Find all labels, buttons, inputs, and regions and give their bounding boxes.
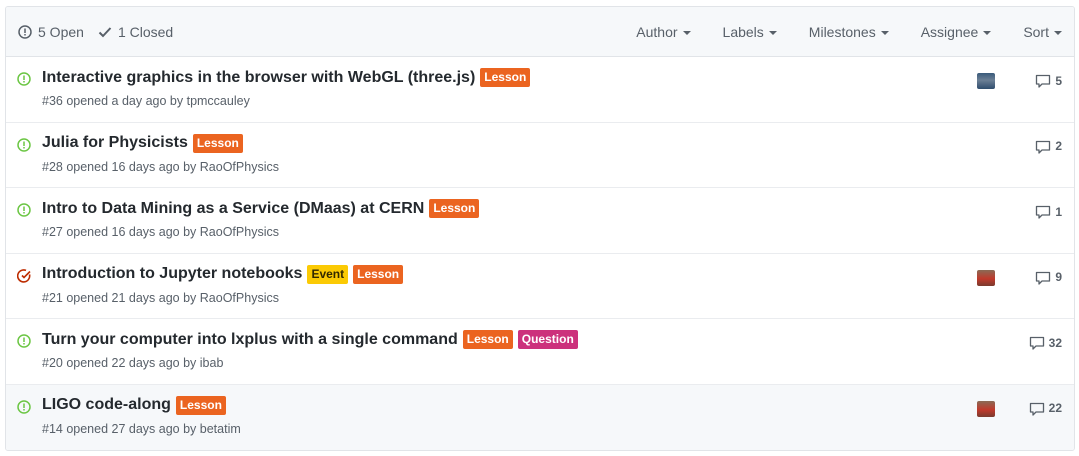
assignee-filter-label: Assignee — [920, 23, 979, 40]
issue-open-icon — [17, 72, 31, 86]
comments-link[interactable]: 22 — [1029, 400, 1062, 417]
comment-icon — [1036, 74, 1051, 88]
assignee-avatar[interactable] — [977, 269, 995, 286]
assignee-avatar[interactable] — [977, 73, 995, 89]
issue-row: Introduction to Jupyter notebooks Event Le… — [6, 254, 1074, 319]
issue-row: LIGO code-along Lesson #14 opened 27 days … — [6, 384, 1074, 450]
milestones-filter-label: Milestones — [808, 23, 876, 40]
issue-meta-text: #36 opened a day ago by — [42, 94, 184, 108]
comment-count: 5 — [1055, 73, 1062, 88]
issue-row: Julia for Physicists Lesson #28 opened 16 … — [6, 123, 1074, 188]
issue-title-line: LIGO code-along Lesson — [42, 395, 226, 415]
author-filter-label: Author — [636, 23, 678, 40]
comment-count: 9 — [1055, 270, 1062, 284]
label-lesson[interactable]: Lesson — [429, 199, 480, 218]
comment-icon — [1036, 205, 1051, 219]
issue-row: Intro to Data Mining as a Service (DMaas… — [6, 188, 1074, 254]
comments-link[interactable]: 1 — [1035, 203, 1062, 220]
milestones-filter[interactable]: Milestones — [809, 24, 889, 40]
comment-count: 2 — [1055, 139, 1062, 153]
open-issues-filter[interactable]: 5 Open — [18, 24, 84, 40]
sort-filter-label: Sort — [1023, 23, 1049, 40]
issue-title-line: Julia for Physicists Lesson — [42, 133, 243, 153]
label-lesson[interactable]: Lesson — [480, 68, 531, 87]
closed-count-label: 1 Closed — [117, 23, 174, 40]
issue-author-link[interactable]: betatim — [200, 422, 241, 436]
comments-link[interactable]: 32 — [1029, 334, 1062, 351]
caret-down-icon — [682, 30, 691, 35]
caret-down-icon — [880, 30, 889, 35]
label-lesson[interactable]: Lesson — [353, 264, 404, 284]
issue-open-icon — [17, 399, 31, 414]
issue-open-icon — [17, 334, 31, 348]
caret-down-icon — [1054, 30, 1062, 35]
label-lesson[interactable]: Lesson — [175, 395, 226, 415]
check-icon — [98, 26, 112, 37]
assignee-filter[interactable]: Assignee — [921, 24, 992, 40]
issue-title-link[interactable]: Introduction to Jupyter notebooks — [42, 265, 302, 283]
author-filter[interactable]: Author — [636, 23, 691, 40]
comment-icon — [1029, 336, 1044, 350]
comment-icon — [1036, 140, 1051, 154]
issue-title-line: Intro to Data Mining as a Service (DMaas… — [42, 199, 480, 218]
label-lesson[interactable]: Lesson — [462, 330, 513, 349]
labels-filter[interactable]: Labels — [723, 24, 777, 40]
issue-author-link[interactable]: RaoOfPhysics — [200, 160, 279, 174]
issue-title-line: Interactive graphics in the browser with… — [42, 68, 531, 87]
issues-list-box: 5 Open 1 Closed Author Labels Milestones… — [5, 6, 1075, 451]
caret-down-icon — [983, 30, 992, 35]
issue-meta-text: #21 opened 21 days ago by — [42, 290, 197, 305]
label-event[interactable]: Event — [307, 264, 349, 284]
issue-title-link[interactable]: Interactive graphics in the browser with… — [42, 69, 475, 87]
issue-open-icon — [18, 24, 32, 39]
comment-count: 1 — [1055, 204, 1062, 219]
issue-meta-text: #14 opened 27 days ago by — [42, 421, 197, 436]
comment-icon — [1036, 271, 1051, 285]
caret-down-icon — [768, 30, 777, 35]
issue-meta: #28 opened 16 days ago by RaoOfPhysics — [42, 160, 279, 174]
issue-title-line: Introduction to Jupyter notebooks Event Le… — [42, 264, 404, 284]
comments-link[interactable]: 2 — [1035, 138, 1062, 155]
issue-title-link[interactable]: Intro to Data Mining as a Service (DMaas… — [42, 200, 424, 218]
issue-row: Turn your computer into lxplus with a si… — [6, 319, 1074, 385]
issue-meta: #14 opened 27 days ago by betatim — [42, 422, 241, 436]
issue-meta: #36 opened a day ago by tpmccauley — [42, 94, 250, 108]
filter-bar: Author Labels Milestones Assignee Sort — [636, 24, 1062, 40]
issue-title-line: Turn your computer into lxplus with a si… — [42, 330, 578, 349]
labels-filter-label: Labels — [722, 23, 764, 40]
issue-author-link[interactable]: ibab — [200, 356, 224, 370]
issue-title-link[interactable]: LIGO code-along — [42, 396, 171, 414]
open-count-label: 5 Open — [38, 23, 84, 40]
issue-meta: #21 opened 21 days ago by RaoOfPhysics — [42, 291, 279, 305]
issue-meta: #27 opened 16 days ago by RaoOfPhysics — [42, 225, 279, 239]
issue-open-icon — [17, 137, 31, 152]
issue-author-link[interactable]: RaoOfPhysics — [200, 225, 279, 239]
issue-title-link[interactable]: Julia for Physicists — [42, 134, 188, 152]
issue-in-progress-icon — [17, 268, 31, 283]
assignee-avatar[interactable] — [977, 400, 995, 417]
comment-icon — [1029, 402, 1044, 416]
issue-meta-text: #28 opened 16 days ago by — [42, 159, 197, 174]
issue-row: Interactive graphics in the browser with… — [6, 57, 1074, 123]
issues-list: Interactive graphics in the browser with… — [6, 57, 1074, 450]
label-question[interactable]: Question — [517, 330, 578, 349]
closed-issues-filter[interactable]: 1 Closed — [98, 24, 173, 40]
comment-count: 22 — [1048, 401, 1062, 415]
issue-meta: #20 opened 22 days ago by ibab — [42, 356, 223, 370]
issue-title-link[interactable]: Turn your computer into lxplus with a si… — [42, 331, 458, 349]
label-lesson[interactable]: Lesson — [192, 133, 243, 153]
comments-link[interactable]: 9 — [1035, 269, 1062, 286]
issue-author-link[interactable]: tpmccauley — [187, 94, 250, 108]
issues-list-header: 5 Open 1 Closed Author Labels Milestones… — [6, 7, 1074, 57]
comments-link[interactable]: 5 — [1035, 72, 1062, 89]
sort-filter[interactable]: Sort — [1023, 24, 1062, 40]
issue-meta-text: #27 opened 16 days ago by — [42, 225, 197, 239]
issue-author-link[interactable]: RaoOfPhysics — [200, 291, 279, 305]
issue-open-icon — [17, 203, 31, 217]
comment-count: 32 — [1048, 335, 1062, 350]
issue-meta-text: #20 opened 22 days ago by — [42, 356, 197, 370]
